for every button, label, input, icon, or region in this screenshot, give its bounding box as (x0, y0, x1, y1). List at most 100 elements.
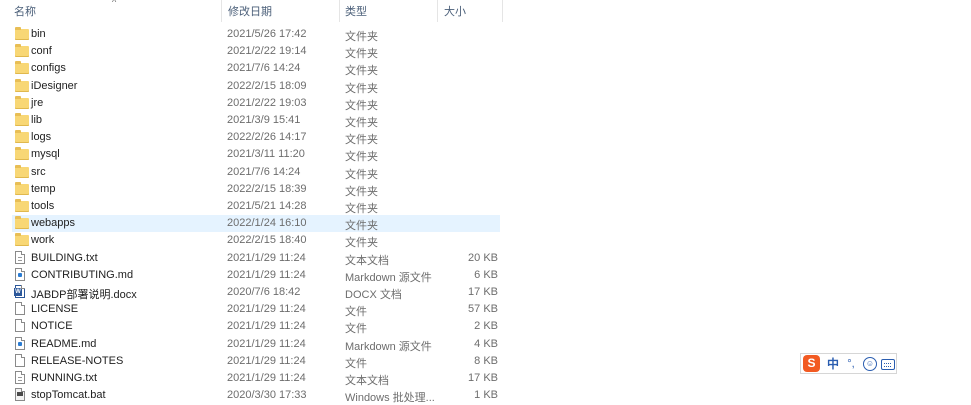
column-divider[interactable] (502, 0, 503, 22)
file-modified-date: 2022/2/15 18:40 (227, 234, 307, 247)
file-row[interactable]: mysql 2021/3/11 11:20 文件夹 (12, 146, 500, 163)
file-type: 文件夹 (345, 151, 378, 164)
file-row[interactable]: work 2022/2/15 18:40 文件夹 (12, 232, 500, 249)
ime-toolbar[interactable]: S 中 °, ☺ (800, 353, 897, 374)
file-type: 文件夹 (345, 220, 378, 233)
file-modified-date: 2021/1/29 11:24 (227, 320, 306, 333)
column-divider[interactable] (221, 0, 222, 22)
folder-icon (15, 113, 29, 127)
folder-icon (15, 61, 29, 75)
file-icon (15, 302, 28, 316)
file-row[interactable]: src 2021/7/6 14:24 文件夹 (12, 164, 500, 181)
file-type: 文件夹 (345, 117, 378, 129)
file-row[interactable]: CONTRIBUTING.md 2021/1/29 11:24 Markdown 源… (12, 267, 500, 284)
file-row[interactable]: jre 2021/2/22 19:03 文件夹 (12, 95, 500, 112)
input-mode-toggle[interactable]: 中 (826, 356, 840, 372)
keyboard-icon[interactable] (881, 359, 895, 370)
file-modified-date: 2022/2/15 18:09 (227, 79, 307, 92)
folder-icon (15, 44, 29, 58)
file-name: BUILDING.txt (31, 251, 98, 264)
file-size: 8 KB (474, 354, 498, 367)
column-header-type[interactable]: 类型 (345, 3, 367, 19)
sogou-logo-icon[interactable]: S (803, 355, 820, 372)
file-row[interactable]: conf 2021/2/22 19:14 文件夹 (12, 43, 500, 60)
folder-icon (15, 233, 29, 247)
file-size: 4 KB (474, 337, 498, 350)
batch-file-icon (15, 388, 28, 402)
file-type: 文件 (345, 323, 367, 336)
file-modified-date: 2021/7/6 14:24 (227, 165, 301, 178)
file-name: LICENSE (31, 303, 79, 316)
file-modified-date: 2021/2/22 19:14 (227, 45, 307, 58)
file-type: Markdown 源文件 (345, 271, 432, 284)
file-row[interactable]: temp 2022/2/15 18:39 文件夹 (12, 181, 500, 198)
file-row[interactable]: configs 2021/7/6 14:24 文件夹 (12, 60, 500, 77)
file-row[interactable]: stopTomcat.bat 2020/3/30 17:33 Windows 批处理… (12, 387, 500, 404)
file-size: 17 KB (468, 372, 498, 384)
column-divider[interactable] (437, 0, 438, 22)
file-type: 文本文档 (345, 254, 389, 267)
file-icon (15, 353, 28, 368)
file-name: lib (31, 114, 43, 126)
file-name: mysql (31, 148, 60, 161)
file-row[interactable]: RELEASE-NOTES 2021/1/29 11:24 文件 8 KB (12, 353, 500, 370)
file-size: 2 KB (474, 320, 498, 333)
file-name: bin (31, 28, 46, 40)
file-row[interactable]: iDesigner 2022/2/15 18:09 文件夹 (12, 78, 500, 95)
file-row[interactable]: RUNNING.txt 2021/1/29 11:24 文本文档 17 KB (12, 370, 500, 387)
file-name: temp (31, 182, 56, 195)
file-name: README.md (31, 337, 97, 350)
file-row[interactable]: LICENSE 2021/1/29 11:24 文件 57 KB (12, 301, 500, 318)
folder-icon (15, 130, 29, 144)
emoji-icon[interactable]: ☺ (863, 357, 877, 371)
file-type: 文件 (345, 357, 367, 370)
file-modified-date: 2021/1/29 11:24 (227, 303, 306, 316)
file-row[interactable]: tools 2021/5/21 14:28 文件夹 (12, 198, 500, 215)
file-modified-date: 2021/1/29 11:24 (227, 354, 306, 367)
file-type: 文件夹 (345, 168, 378, 181)
markdown-file-icon (15, 336, 28, 351)
file-type: 文件夹 (345, 99, 378, 112)
file-type: 文件夹 (345, 65, 378, 78)
file-type: Windows 批处理... (345, 392, 435, 405)
file-row[interactable]: README.md 2021/1/29 11:24 Markdown 源文件 4 KB (12, 336, 500, 353)
column-header-modified[interactable]: 修改日期 (228, 3, 272, 19)
file-modified-date: 2021/5/21 14:28 (227, 200, 307, 212)
file-row[interactable]: BUILDING.txt 2021/1/29 11:24 文本文档 20 KB (12, 250, 500, 267)
file-row[interactable]: lib 2021/3/9 15:41 文件夹 (12, 112, 500, 129)
folder-icon (15, 181, 29, 196)
folder-icon (15, 147, 29, 161)
file-name: CONTRIBUTING.md (31, 268, 134, 281)
file-row[interactable]: NOTICE 2021/1/29 11:24 文件 2 KB (12, 318, 500, 335)
column-header-size[interactable]: 大小 (444, 3, 466, 19)
column-header-bar: ^ 名称 修改日期 类型 大小 (0, 0, 503, 24)
punctuation-toggle[interactable]: °, (845, 356, 857, 372)
file-name: JABDP部署说明.docx (31, 289, 137, 301)
file-row[interactable]: webapps 2022/1/24 16:10 文件夹 (12, 215, 500, 233)
file-modified-date: 2022/2/15 18:39 (227, 182, 307, 195)
file-row[interactable]: logs 2022/2/26 14:17 文件夹 (12, 129, 500, 146)
text-file-icon (15, 250, 28, 265)
file-name: stopTomcat.bat (31, 389, 106, 402)
file-type: 文件夹 (345, 31, 378, 43)
file-modified-date: 2021/2/22 19:03 (227, 96, 307, 109)
file-modified-date: 2021/5/26 17:42 (227, 28, 307, 40)
file-name: webapps (31, 217, 76, 230)
file-modified-date: 2021/1/29 11:24 (227, 268, 306, 281)
file-modified-date: 2021/3/9 15:41 (227, 114, 301, 126)
folder-icon (15, 78, 29, 93)
folder-icon (15, 95, 29, 110)
folder-icon (15, 216, 29, 230)
file-modified-date: 2022/1/24 16:10 (227, 217, 307, 230)
file-name: RUNNING.txt (31, 372, 97, 384)
file-name: logs (31, 131, 52, 144)
file-type: Markdown 源文件 (345, 340, 432, 353)
file-modified-date: 2020/3/30 17:33 (227, 389, 307, 402)
file-name: iDesigner (31, 79, 78, 92)
column-header-name[interactable]: 名称 (14, 3, 36, 19)
file-row[interactable]: bin 2021/5/26 17:42 文件夹 (12, 26, 500, 43)
folder-icon (15, 27, 29, 41)
column-divider[interactable] (339, 0, 340, 22)
file-row[interactable]: JABDP部署说明.docx 2020/7/6 18:42 DOCX 文档 17 KB (12, 284, 500, 301)
file-size: 20 KB (468, 251, 498, 264)
